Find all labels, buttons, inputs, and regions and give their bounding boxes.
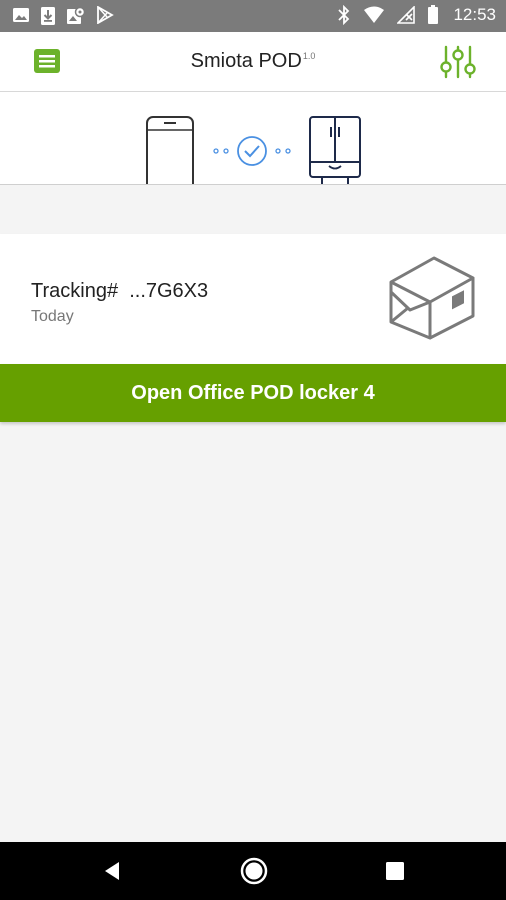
connection-banner [0,92,506,185]
tracking-date: Today [31,308,74,325]
sliders-icon [440,45,476,79]
tracking-number: ...7G6X3 [129,280,209,302]
app-bar: Smiota POD1.0 [0,32,506,92]
map-icon [67,6,86,24]
check-circle-icon [237,136,267,166]
back-icon [105,862,119,880]
settings-button[interactable] [438,44,478,80]
tracking-line: Tracking# ...7G6X3 [31,280,208,303]
status-bar: 12:53 [0,0,506,32]
home-icon [240,857,268,885]
play-store-icon [97,6,114,24]
nav-back-button[interactable] [100,859,124,883]
open-locker-button[interactable]: Open Office POD locker 4 [0,364,506,422]
locker-icon [309,116,361,184]
phone-icon [146,116,194,184]
image-icon [13,8,29,22]
package-icon [389,256,475,340]
battery-icon [428,5,439,24]
no-signal-icon [397,6,416,24]
nav-home-button[interactable] [240,857,268,885]
status-time: 12:53 [453,5,496,24]
page-title: Smiota POD1.0 [0,50,506,73]
nav-bar [0,842,506,900]
status-right-icons: 12:53 [337,5,496,25]
connection-dots-left [213,148,229,154]
connection-dots-right [275,148,291,154]
wifi-icon [364,6,385,23]
tracking-label: Tracking# [31,280,119,302]
recents-icon [386,862,404,880]
app-title-text: Smiota POD [190,50,302,72]
connection-graphic [146,116,361,184]
bluetooth-icon [338,5,350,25]
app-version: 1.0 [302,51,316,62]
download-icon [41,7,55,25]
status-left-icons [12,6,114,26]
nav-recents-button[interactable] [385,861,405,881]
package-card[interactable]: Tracking# ...7G6X3 Today [0,234,506,364]
